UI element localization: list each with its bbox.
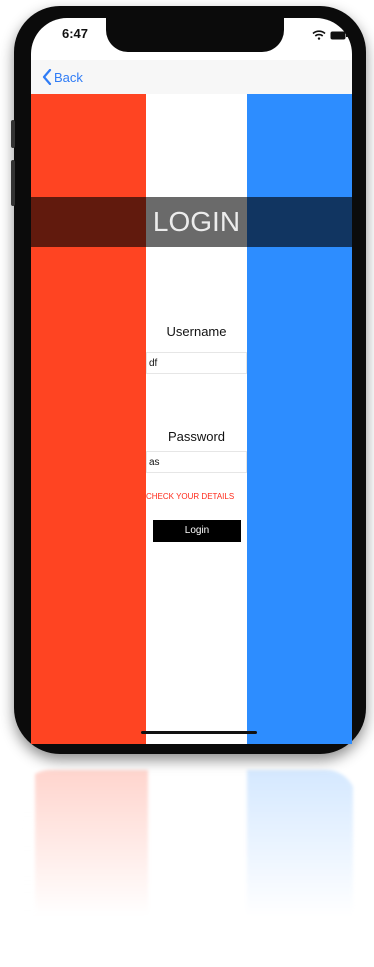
wifi-icon (312, 30, 326, 40)
reflection-fade (20, 770, 356, 940)
password-field[interactable]: as (146, 451, 247, 473)
status-time: 6:47 (62, 26, 89, 41)
status-icons (312, 30, 348, 40)
phone-reflection (20, 770, 356, 940)
username-field[interactable]: df (146, 352, 247, 374)
page-title: LOGIN (152, 206, 241, 237)
back-label: Back (54, 69, 83, 85)
home-indicator (141, 731, 257, 734)
side-button (11, 120, 15, 148)
error-message: CHECK YOUR DETAILS (146, 492, 235, 501)
login-button[interactable]: Login (153, 520, 241, 542)
navigation-bar: Back (31, 60, 352, 94)
battery-icon (330, 31, 348, 39)
back-button[interactable]: Back (42, 69, 83, 85)
blue-column (247, 94, 352, 744)
chevron-left-icon (42, 69, 52, 85)
password-label: Password (167, 429, 226, 444)
notch (106, 18, 284, 52)
red-column (31, 94, 146, 744)
white-column (146, 94, 247, 744)
side-button (11, 160, 15, 206)
username-label: Username (166, 324, 227, 339)
